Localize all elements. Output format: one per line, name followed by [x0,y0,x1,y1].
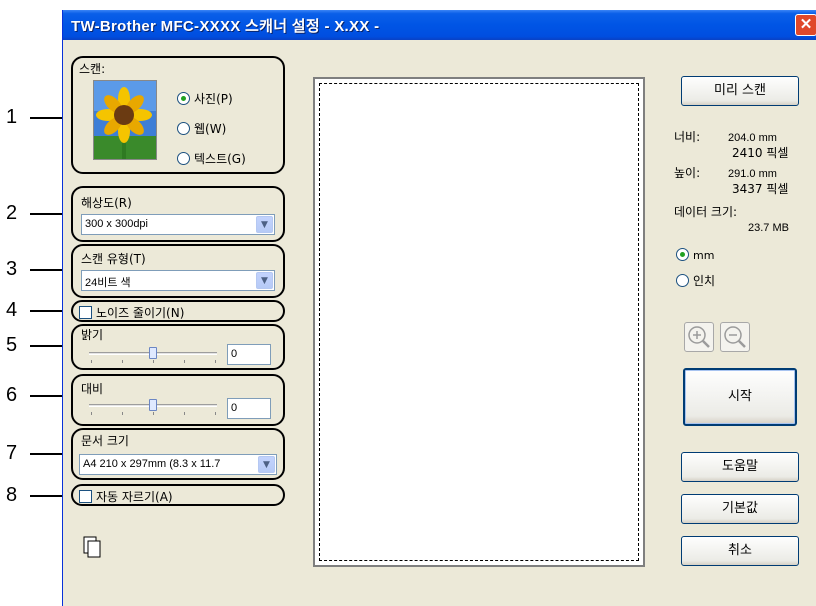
callout-labels: 1 2 3 4 5 6 7 8 [0,0,70,606]
checkbox-icon [79,306,92,319]
radio-icon [177,122,190,135]
brightness-input[interactable]: 0 [227,344,271,365]
auto-crop-checkbox[interactable]: 자동 자르기(A) [79,488,173,505]
callout-2: 2 [0,202,70,224]
width-mm-value: 204.0 mm [728,132,777,144]
auto-crop-group: 자동 자르기(A) [71,484,285,506]
scanner-settings-window: TW-Brother MFC-XXXX 스캐너 설정 - X.XX - ✕ 스캔… [62,10,816,606]
default-button[interactable]: 기본값 [681,494,799,524]
data-size-value: 23.7 MB [748,222,789,234]
start-button[interactable]: 시작 [683,368,797,426]
height-mm-value: 291.0 mm [728,168,777,180]
contrast-label: 대비 [81,382,104,396]
callout-3: 3 [0,258,70,280]
resolution-select[interactable]: 300 x 300dpi ▼ [81,214,275,235]
scan-area-selection[interactable] [319,83,639,561]
close-icon: ✕ [799,16,813,33]
scan-type-group: 스캔 유형(T) 24비트 색 ▼ [71,244,285,298]
scan-option-text[interactable]: 텍스트(G) [177,150,246,167]
radio-selected-icon [177,92,190,105]
height-pixel-value: 3437 픽셀 [732,182,789,196]
brightness-group: 밝기 0 [71,324,285,370]
resolution-label: 해상도(R) [81,196,132,210]
help-button[interactable]: 도움말 [681,452,799,482]
slider-handle[interactable] [149,347,157,359]
document-size-group: 문서 크기 A4 210 x 297mm (8.3 x 11.7 ▼ [71,428,285,480]
callout-7: 7 [0,442,70,464]
noise-reduction-checkbox[interactable]: 노이즈 줄이기(N) [79,304,184,321]
scan-type-select[interactable]: 24비트 색 ▼ [81,270,275,291]
radio-icon [676,274,689,287]
brightness-slider[interactable] [89,346,219,366]
preview-area[interactable] [313,77,645,567]
callout-6: 6 [0,384,70,406]
callout-8: 8 [0,484,70,506]
photo-thumbnail-icon [93,80,157,160]
zoom-in-icon [688,326,710,348]
width-label: 너비: [674,130,701,144]
cancel-button[interactable]: 취소 [681,536,799,566]
scan-type-label: 스캔 유형(T) [81,252,146,266]
close-button[interactable]: ✕ [795,14,816,36]
callout-4: 4 [0,299,70,321]
contrast-group: 대비 0 [71,374,285,426]
checkbox-icon [79,490,92,503]
data-size-label: 데이터 크기: [674,205,738,219]
callout-5: 5 [0,334,70,356]
brightness-label: 밝기 [81,328,104,342]
radio-selected-icon [676,248,689,261]
title-bar[interactable]: TW-Brother MFC-XXXX 스캐너 설정 - X.XX - ✕ [63,10,816,40]
chevron-down-icon: ▼ [256,272,273,289]
contrast-input[interactable]: 0 [227,398,271,419]
scan-mode-label: 스캔: [79,62,106,76]
contrast-slider[interactable] [89,398,219,418]
zoom-out-button[interactable] [720,322,750,352]
chevron-down-icon: ▼ [256,216,273,233]
unit-mm-radio[interactable]: mm [676,248,714,262]
chevron-down-icon: ▼ [258,456,275,473]
resolution-group: 해상도(R) 300 x 300dpi ▼ [71,186,285,242]
prescan-button[interactable]: 미리 스캔 [681,76,799,106]
window-title: TW-Brother MFC-XXXX 스캐너 설정 - X.XX - [71,18,380,35]
unit-inch-radio[interactable]: 인치 [676,272,715,289]
noise-reduction-group: 노이즈 줄이기(N) [71,300,285,322]
zoom-in-button[interactable] [684,322,714,352]
radio-icon [177,152,190,165]
slider-handle[interactable] [149,399,157,411]
document-size-label: 문서 크기 [81,434,129,448]
width-pixel-value: 2410 픽셀 [732,146,789,160]
document-copy-icon [83,536,101,558]
scan-mode-group: 스캔: 사진(P) 웹(W) 텍스트(G) [71,56,285,174]
document-size-select[interactable]: A4 210 x 297mm (8.3 x 11.7 ▼ [79,454,277,475]
height-label: 높이: [674,166,701,180]
zoom-out-icon [724,326,746,348]
callout-1: 1 [0,106,70,128]
scan-option-photo[interactable]: 사진(P) [177,90,233,107]
scan-option-web[interactable]: 웹(W) [177,120,226,137]
